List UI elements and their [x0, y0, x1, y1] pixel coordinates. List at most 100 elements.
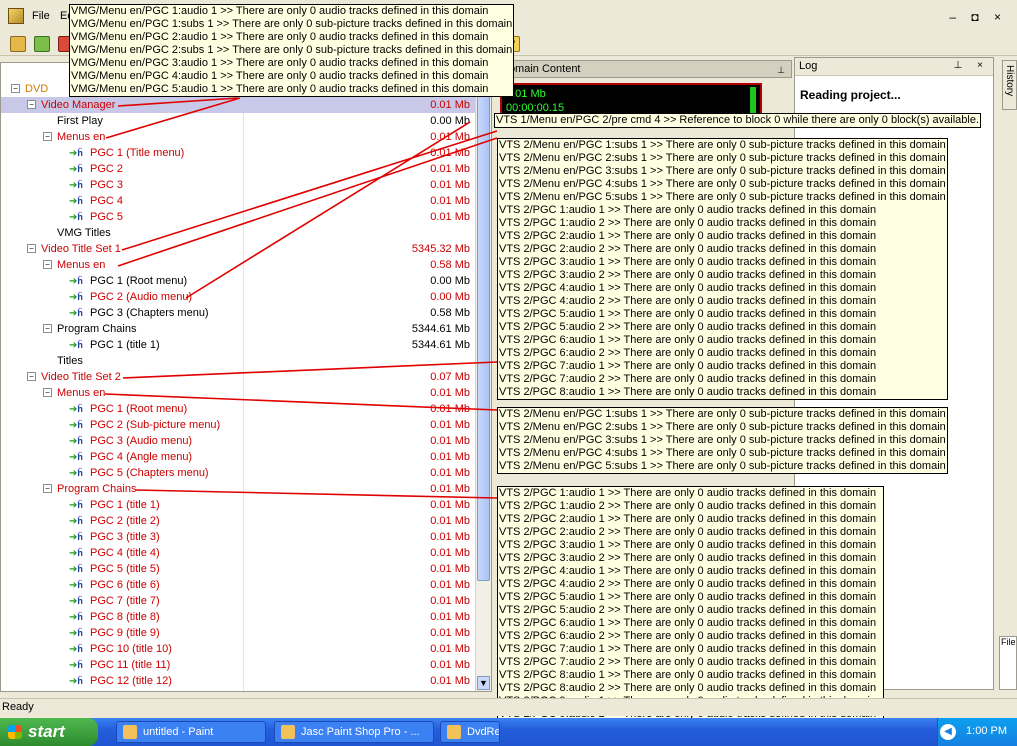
log-title: Log [799, 60, 818, 72]
tooltip-line: VTS 2/Menu en/PGC 2:subs 1 >> There are … [499, 152, 946, 164]
pgc-arrow-icon: ➔ḧ [69, 420, 83, 431]
import-icon[interactable] [34, 36, 50, 52]
tooltip-line: VTS 2/Menu en/PGC 4:subs 1 >> There are … [499, 178, 946, 190]
pin-icon[interactable]: ⊥ [777, 62, 785, 78]
tree-row[interactable]: ➔ḧ PGC 5 (Chapters menu) 0.01 Mb [1, 465, 476, 481]
tree-size: 0.01 Mb [430, 515, 470, 527]
tree-label: Video Manager [41, 99, 116, 111]
tooltip-line: VTS 2/PGC 4:audio 2 >> There are only 0 … [499, 578, 877, 590]
pgc-arrow-icon: ➔ḧ [69, 580, 83, 591]
tree-row[interactable]: ➔ḧ PGC 7 (title 7) 0.01 Mb [1, 593, 476, 609]
tree-row[interactable]: ➔ḧ PGC 1 (title 1) 5344.61 Mb [1, 337, 476, 353]
tooltip-line: VTS 2/Menu en/PGC 5:subs 1 >> There are … [499, 191, 946, 203]
scroll-thumb[interactable] [477, 81, 490, 581]
tooltip-line: VTS 2/Menu en/PGC 1:subs 1 >> There are … [499, 139, 946, 151]
collapse-toggle-icon[interactable]: − [27, 244, 36, 253]
tree-row[interactable]: First Play 0.00 Mb [1, 113, 476, 129]
tree-label: PGC 2 [90, 163, 124, 175]
tooltip-line: VTS 2/PGC 2:audio 2 >> There are only 0 … [499, 526, 877, 538]
tooltip-line: VMG/Menu en/PGC 2:audio 1 >> There are o… [71, 31, 489, 43]
tree-row[interactable]: − Program Chains 0.01 Mb [1, 481, 476, 497]
collapse-toggle-icon[interactable]: − [27, 372, 36, 381]
status-bar: Ready [0, 698, 1017, 716]
tree-row[interactable]: ➔ḧ PGC 1 (Title menu) 0.01 Mb [1, 145, 476, 161]
collapse-toggle-icon[interactable]: − [27, 100, 36, 109]
tree-row[interactable]: ➔ḧ PGC 1 (Root menu) 0.00 Mb [1, 273, 476, 289]
tree-label: PGC 1 (Root menu) [90, 275, 188, 287]
tree-row[interactable]: − Program Chains 5344.61 Mb [1, 321, 476, 337]
tree-size: 0.01 Mb [430, 579, 470, 591]
tree-row[interactable]: ➔ḧ PGC 2 (Sub-picture menu) 0.01 Mb [1, 417, 476, 433]
tree-size: 0.01 Mb [430, 547, 470, 559]
task-paint[interactable]: untitled - Paint [116, 721, 266, 743]
tree-row[interactable]: ➔ḧ PGC 1 (title 1) 0.01 Mb [1, 497, 476, 513]
history-tab[interactable]: History [1002, 60, 1017, 110]
window-controls[interactable]: – ◘ × [949, 10, 1007, 24]
tree-row[interactable]: Titles [1, 353, 476, 369]
tooltip-vts1-error: VTS 1/Menu en/PGC 2/pre cmd 4 >> Referen… [494, 113, 982, 128]
tree-row[interactable]: − Video Title Set 2 0.07 Mb [1, 369, 476, 385]
collapse-toggle-icon[interactable]: − [43, 388, 52, 397]
tree-row[interactable]: ➔ḧ PGC 4 (title 4) 0.01 Mb [1, 545, 476, 561]
tooltip-vts2-menu-errors: VTS 2/Menu en/PGC 1:subs 1 >> There are … [497, 407, 948, 474]
collapse-toggle-icon[interactable]: − [11, 84, 20, 93]
tree-row[interactable]: ➔ḧ PGC 3 (Audio menu) 0.01 Mb [1, 433, 476, 449]
collapse-toggle-icon[interactable]: − [43, 132, 52, 141]
pgc-arrow-icon: ➔ḧ [69, 548, 83, 559]
task-paintshop[interactable]: Jasc Paint Shop Pro - ... [274, 721, 434, 743]
app-icon[interactable] [8, 8, 24, 24]
open-folder-icon[interactable] [10, 36, 26, 52]
tree-row[interactable]: ➔ḧ PGC 4 (Angle menu) 0.01 Mb [1, 449, 476, 465]
tree-row[interactable]: ➔ḧ PGC 3 0.01 Mb [1, 177, 476, 193]
tree-row[interactable]: ➔ḧ PGC 4 0.01 Mb [1, 193, 476, 209]
tree-label: PGC 3 (Audio menu) [90, 435, 193, 447]
tree-label: Program Chains [57, 323, 137, 335]
pgc-arrow-icon: ➔ḧ [69, 276, 83, 287]
tooltip-line: VMG/Menu en/PGC 3:audio 1 >> There are o… [71, 57, 489, 69]
menu-file[interactable]: File [32, 10, 50, 22]
pgc-arrow-icon: ➔ḧ [69, 452, 83, 463]
tree-label: DVD [25, 83, 49, 95]
pgc-arrow-icon: ➔ḧ [69, 164, 83, 175]
tree-row[interactable]: − Menus en 0.58 Mb [1, 257, 476, 273]
start-button[interactable]: start [0, 718, 98, 746]
tree-scrollbar[interactable]: ▼ [475, 63, 491, 691]
scroll-down-arrow-icon[interactable]: ▼ [477, 676, 490, 690]
pgc-arrow-icon: ➔ḧ [69, 292, 83, 303]
tree-row[interactable]: − Video Title Set 1 5345.32 Mb [1, 241, 476, 257]
pgc-arrow-icon: ➔ḧ [69, 404, 83, 415]
tree-row[interactable]: ➔ḧ PGC 12 (title 12) 0.01 Mb [1, 673, 476, 689]
tree-row[interactable]: − Menus en 0.01 Mb [1, 385, 476, 401]
tree-row[interactable]: ➔ḧ PGC 5 (title 5) 0.01 Mb [1, 561, 476, 577]
tree-size: 5344.61 Mb [411, 323, 470, 335]
tree-label: PGC 2 (Sub-picture menu) [90, 419, 221, 431]
tree-row[interactable]: − Video Manager 0.01 Mb [1, 97, 476, 113]
tree-row[interactable]: VMG Titles [1, 225, 476, 241]
collapse-toggle-icon[interactable]: − [43, 324, 52, 333]
tree-size: 0.01 Mb [430, 451, 470, 463]
tree-row[interactable]: ➔ḧ PGC 3 (title 3) 0.01 Mb [1, 529, 476, 545]
log-pin-close-icon[interactable]: ⊥ × [954, 58, 989, 74]
tree-row[interactable]: ➔ḧ PGC 2 (Audio menu) 0.00 Mb [1, 289, 476, 305]
tree-label: PGC 2 (title 2) [90, 515, 160, 527]
collapse-toggle-icon[interactable]: − [43, 484, 52, 493]
tree-size: 0.01 Mb [430, 563, 470, 575]
tree-row[interactable]: ➔ḧ PGC 2 0.01 Mb [1, 161, 476, 177]
tree-row[interactable]: ➔ḧ PGC 11 (title 11) 0.01 Mb [1, 657, 476, 673]
tree-row[interactable]: ➔ḧ PGC 8 (title 8) 0.01 Mb [1, 609, 476, 625]
collapse-toggle-icon[interactable]: − [43, 260, 52, 269]
tree-label: PGC 1 (Root menu) [90, 403, 188, 415]
tree-size: 0.00 Mb [430, 115, 470, 127]
tray-expand-icon[interactable]: ◀ [940, 724, 956, 740]
tree-row[interactable]: ➔ḧ PGC 1 (Root menu) 0.01 Mb [1, 401, 476, 417]
tree-row[interactable]: ➔ḧ PGC 9 (title 9) 0.01 Mb [1, 625, 476, 641]
tree-row[interactable]: ➔ḧ PGC 6 (title 6) 0.01 Mb [1, 577, 476, 593]
log-text: Reading project... [800, 88, 901, 102]
tree-row[interactable]: ➔ḧ PGC 10 (title 10) 0.01 Mb [1, 641, 476, 657]
tree-row[interactable]: ➔ḧ PGC 5 0.01 Mb [1, 209, 476, 225]
task-dvdre[interactable]: DvdRe [440, 721, 500, 743]
tree-row[interactable]: − Menus en 0.01 Mb [1, 129, 476, 145]
tree-row[interactable]: ➔ḧ PGC 3 (Chapters menu) 0.58 Mb [1, 305, 476, 321]
tree-label: PGC 4 (Angle menu) [90, 451, 193, 463]
tree-row[interactable]: ➔ḧ PGC 2 (title 2) 0.01 Mb [1, 513, 476, 529]
